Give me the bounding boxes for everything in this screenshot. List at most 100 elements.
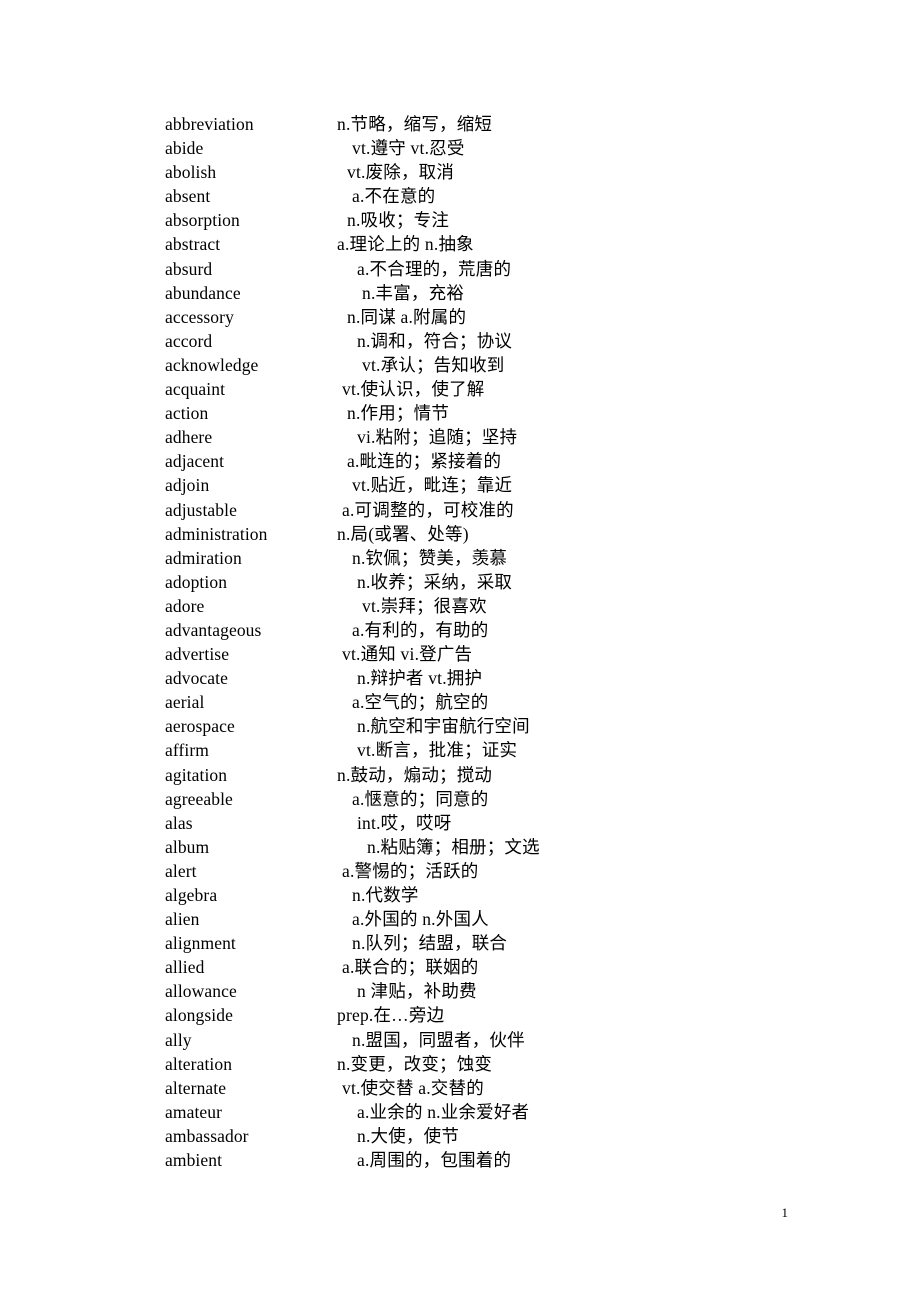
entry-term: allowance xyxy=(165,981,237,1002)
glossary-entry: adore vt.崇拜；很喜欢 xyxy=(165,594,785,618)
entry-definition: n.局(或署、处等) xyxy=(337,523,469,544)
entry-term: alien xyxy=(165,909,200,930)
entry-definition: a.空气的；航空的 xyxy=(352,692,489,713)
glossary-entry: adjustable a.可调整的，可校准的 xyxy=(165,498,785,522)
entry-term: accord xyxy=(165,330,213,351)
entry-definition: a.不合理的，荒唐的 xyxy=(357,258,512,279)
glossary-entry: acquaint vt.使认识，使了解 xyxy=(165,377,785,401)
glossary-entry: ally n.盟国，同盟者，伙伴 xyxy=(165,1028,785,1052)
glossary-entry: adjoin vt.贴近，毗连；靠近 xyxy=(165,473,785,497)
entry-definition: n.作用；情节 xyxy=(347,403,450,424)
entry-term: alongside xyxy=(165,1005,233,1026)
entry-term: absurd xyxy=(165,258,213,279)
entry-term: allied xyxy=(165,957,205,978)
glossary-entry: abstract a.理论上的 n.抽象 xyxy=(165,232,785,256)
entry-definition: vt.废除，取消 xyxy=(347,162,455,183)
entry-definition: vt.断言，批准；证实 xyxy=(357,740,518,761)
glossary-entry: amateur a.业余的 n.业余爱好者 xyxy=(165,1100,785,1124)
entry-term: adjacent xyxy=(165,451,225,472)
entry-definition: a.理论上的 n.抽象 xyxy=(337,234,474,255)
entry-definition: vt.通知 vi.登广告 xyxy=(342,644,473,665)
entry-definition: prep.在…旁边 xyxy=(337,1005,445,1026)
entry-term: absorption xyxy=(165,210,240,231)
entry-definition: n.队列；结盟，联合 xyxy=(352,933,508,954)
glossary-entry: abbreviation n.节略，缩写，缩短 xyxy=(165,112,785,136)
glossary-entry: alignment n.队列；结盟，联合 xyxy=(165,931,785,955)
glossary-entry: accessory n.同谋 a.附属的 xyxy=(165,305,785,329)
entry-definition: n.鼓动，煽动；搅动 xyxy=(337,764,493,785)
entry-definition: n.吸收；专注 xyxy=(347,210,450,231)
glossary-entry: allowance n 津贴，补助费 xyxy=(165,979,785,1003)
glossary-entry: absorption n.吸收；专注 xyxy=(165,208,785,232)
entry-definition: n.丰富，充裕 xyxy=(362,282,465,303)
glossary-entry: absent a.不在意的 xyxy=(165,184,785,208)
entry-definition: vt.崇拜；很喜欢 xyxy=(362,595,487,616)
entry-definition: n.盟国，同盟者，伙伴 xyxy=(352,1029,525,1050)
glossary-entry: abide vt.遵守 vt.忍受 xyxy=(165,136,785,160)
entry-term: accessory xyxy=(165,306,234,327)
glossary-entry: absurd a.不合理的，荒唐的 xyxy=(165,257,785,281)
entry-definition: n.调和，符合；协议 xyxy=(357,330,513,351)
entry-definition: n.大使，使节 xyxy=(357,1125,460,1146)
entry-term: alteration xyxy=(165,1053,233,1074)
entry-definition: n.同谋 a.附属的 xyxy=(347,306,467,327)
glossary-entry: album n.粘贴簿；相册；文选 xyxy=(165,835,785,859)
entry-term: algebra xyxy=(165,885,218,905)
entry-definition: vt.贴近，毗连；靠近 xyxy=(352,475,513,496)
entry-term: alternate xyxy=(165,1077,227,1098)
glossary-entry: agitation n.鼓动，煽动；搅动 xyxy=(165,763,785,787)
glossary-entry: acknowledge vt.承认；告知收到 xyxy=(165,353,785,377)
entry-term: alignment xyxy=(165,933,236,954)
entry-term: adore xyxy=(165,595,205,616)
entry-term: ambassador xyxy=(165,1125,249,1146)
glossary-entry: agreeable a.惬意的；同意的 xyxy=(165,787,785,811)
entry-definition: a.外国的 n.外国人 xyxy=(352,909,489,930)
entry-term: ally xyxy=(165,1029,192,1050)
glossary-entry: action n.作用；情节 xyxy=(165,401,785,425)
entry-definition: n.钦佩；赞美，羡慕 xyxy=(352,547,508,568)
entry-definition: vt.使认识，使了解 xyxy=(342,379,485,400)
entry-term: abstract xyxy=(165,234,221,255)
glossary-entry: alongside prep.在…旁边 xyxy=(165,1003,785,1027)
entry-definition: a.不在意的 xyxy=(352,186,436,207)
entry-term: amateur xyxy=(165,1101,223,1122)
entry-definition: a.惬意的；同意的 xyxy=(352,788,489,809)
entry-term: adjoin xyxy=(165,475,210,496)
entry-term: abolish xyxy=(165,162,217,183)
entry-term: aerospace xyxy=(165,716,235,737)
glossary-entry: advantageous a.有利的，有助的 xyxy=(165,618,785,642)
entry-term: affirm xyxy=(165,740,210,761)
glossary-entry: administration n.局(或署、处等) xyxy=(165,522,785,546)
glossary-entry: alas int.哎，哎呀 xyxy=(165,811,785,835)
entry-term: action xyxy=(165,403,209,424)
entry-definition: n.变更，改变；蚀变 xyxy=(337,1053,493,1074)
entry-definition: n.航空和宇宙航行空间 xyxy=(357,716,530,737)
entry-definition: a.毗连的；紧接着的 xyxy=(347,451,502,472)
entry-term: abide xyxy=(165,138,204,159)
entry-definition: a.警惕的；活跃的 xyxy=(342,860,479,881)
glossary-entry: adjacent a.毗连的；紧接着的 xyxy=(165,449,785,473)
glossary-entry: advocate n.辩护者 vt.拥护 xyxy=(165,666,785,690)
entry-term: acquaint xyxy=(165,379,226,400)
glossary-entry: alert a.警惕的；活跃的 xyxy=(165,859,785,883)
entry-term: administration xyxy=(165,523,268,544)
entry-definition: vt.承认；告知收到 xyxy=(362,354,505,375)
glossary-list: abbreviation n.节略，缩写，缩短 abide vt.遵守 vt.忍受 ab… xyxy=(165,112,785,1172)
entry-term: alas xyxy=(165,812,193,833)
entry-definition: a.可调整的，可校准的 xyxy=(342,499,514,520)
glossary-entry: advertise vt.通知 vi.登广告 xyxy=(165,642,785,666)
entry-term: ambient xyxy=(165,1150,223,1171)
entry-term: agitation xyxy=(165,764,228,785)
glossary-entry: adhere vi.粘附；追随；坚持 xyxy=(165,425,785,449)
glossary-entry: ambassador n.大使，使节 xyxy=(165,1124,785,1148)
glossary-entry: ambient a.周围的，包围着的 xyxy=(165,1148,785,1172)
entry-definition: n.节略，缩写，缩短 xyxy=(337,114,493,134)
entry-definition: a.业余的 n.业余爱好者 xyxy=(357,1101,530,1122)
entry-term: advantageous xyxy=(165,619,262,640)
page-number: 1 xyxy=(781,1205,789,1220)
glossary-entry: aerial a.空气的；航空的 xyxy=(165,690,785,714)
glossary-entry: algebra n.代数学 xyxy=(165,883,785,907)
entry-definition: a.有利的，有助的 xyxy=(352,619,489,640)
glossary-entry: abundance n.丰富，充裕 xyxy=(165,281,785,305)
entry-term: adoption xyxy=(165,571,228,592)
